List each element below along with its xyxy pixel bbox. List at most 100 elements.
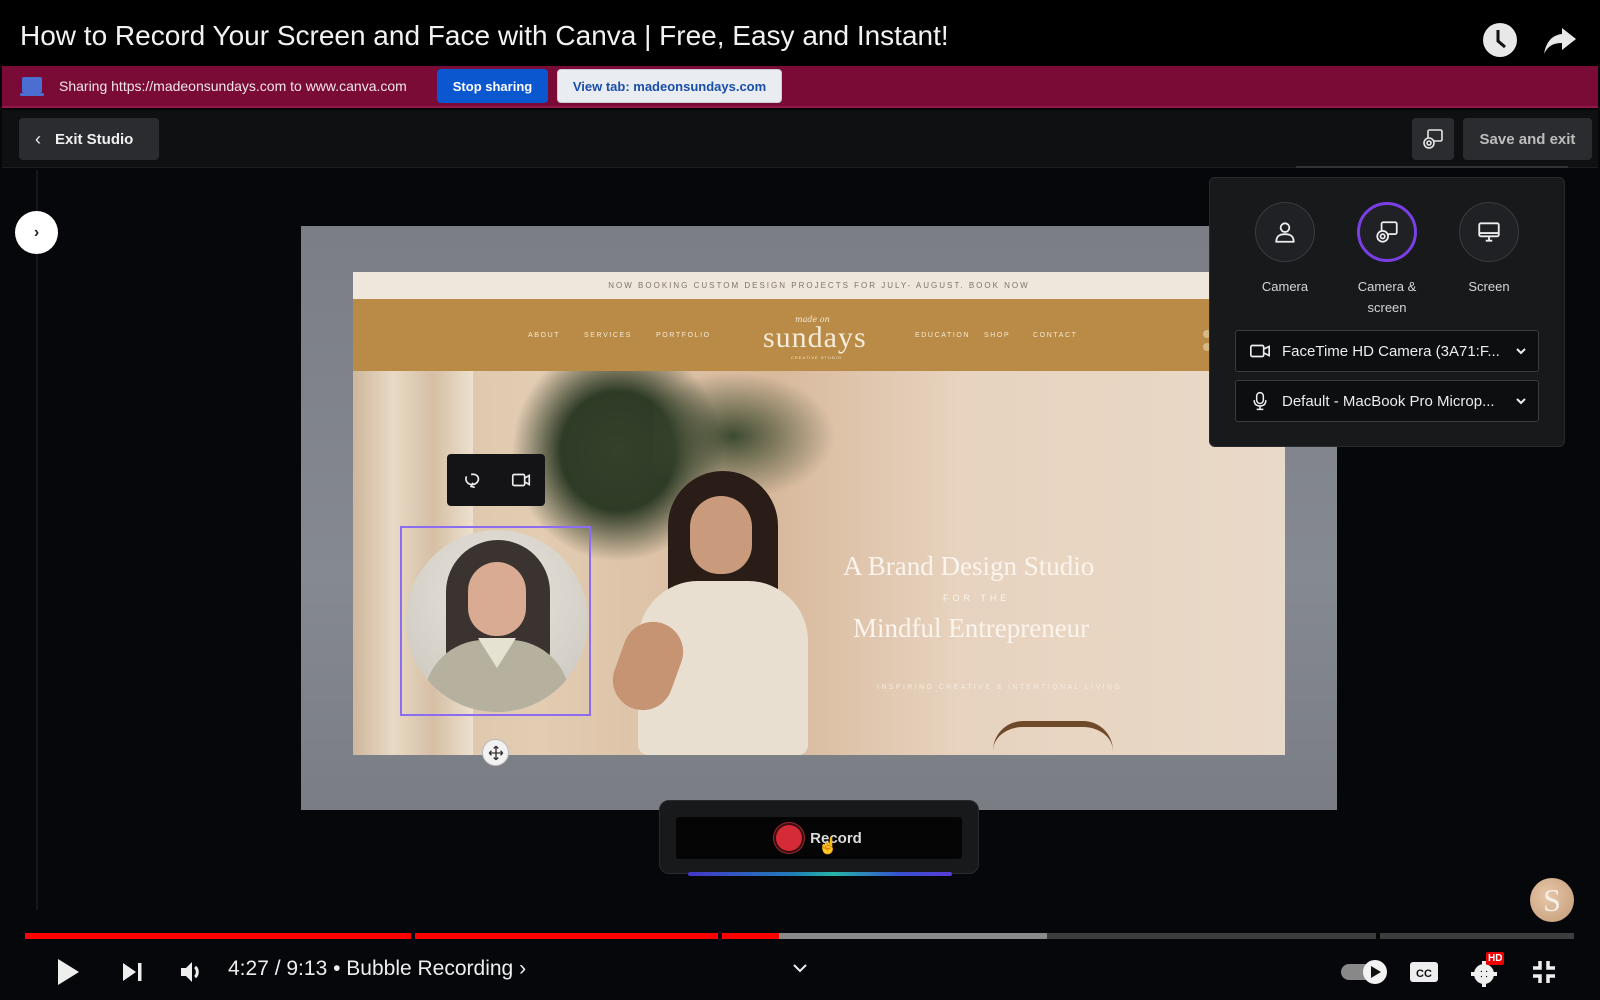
label-line: screen (1367, 300, 1407, 315)
nav-link: CONTACT (1033, 332, 1078, 339)
play-icon (58, 959, 79, 985)
chevron-down-icon (793, 964, 807, 973)
camera-bubble[interactable] (400, 526, 591, 716)
hero-heading-line1: A Brand Design Studio (843, 551, 1095, 581)
exit-studio-button[interactable]: ‹ Exit Studio (19, 118, 159, 160)
recording-options-panel: Camera Camera & screen Screen FaceTime H… (1209, 177, 1565, 447)
played-segment (25, 933, 412, 939)
mode-camera-and-screen-label: Camera & screen (1337, 276, 1437, 318)
hero-heading-line3: Mindful Entrepreneur (853, 613, 1090, 643)
skip-next-icon (123, 963, 142, 981)
screen-sharing-bar: Sharing https://madeonsundays.com to www… (2, 66, 1598, 108)
settings-button[interactable]: HD (1468, 952, 1512, 992)
move-arrows-icon (488, 745, 503, 760)
sharing-status-text: Sharing https://madeonsundays.com to www… (59, 78, 407, 94)
closed-captions-icon: CC (1410, 962, 1438, 982)
mode-screen[interactable]: Screen (1439, 202, 1539, 297)
video-camera-icon (1248, 340, 1272, 362)
screen-share-icon (20, 77, 44, 96)
camera-screen-icon (1423, 129, 1443, 149)
camera-select[interactable]: FaceTime HD Camera (3A71:F... (1235, 330, 1539, 372)
captions-button[interactable]: CC (1406, 952, 1442, 992)
mode-camera-and-screen-button[interactable] (1357, 202, 1417, 262)
microphone-select-value: Default - MacBook Pro Microp... (1282, 392, 1495, 410)
studio-header: ‹ Exit Studio Save and exit (2, 110, 1598, 168)
monitor-icon (1478, 222, 1500, 242)
chevron-down-icon (1504, 344, 1538, 358)
panel-divider (1296, 166, 1568, 168)
bubble-toolbar (447, 454, 545, 506)
camera-screen-icon (1376, 221, 1398, 243)
rotate-icon (464, 473, 479, 489)
clock-icon (1483, 23, 1517, 57)
website-banner: NOW BOOKING CUSTOM DESIGN PROJECTS FOR J… (353, 272, 1285, 299)
video-title-bar: How to Record Your Screen and Face with … (0, 0, 1600, 66)
side-rail (36, 170, 38, 910)
nav-link: SHOP (984, 332, 1011, 339)
time-display: 4:27 / 9:13 (228, 957, 328, 980)
share-button[interactable] (1542, 22, 1578, 58)
hand-cursor-icon: ☝ (818, 838, 838, 855)
camera-toggle-button[interactable] (503, 462, 539, 498)
mode-camera-label: Camera (1261, 279, 1309, 294)
progress-bar[interactable] (25, 933, 1574, 939)
record-dot-icon (776, 825, 803, 851)
play-button[interactable] (48, 952, 88, 992)
mode-camera-and-screen[interactable]: Camera & screen (1337, 202, 1437, 318)
recording-layout-button[interactable] (1412, 118, 1454, 160)
watch-later-button[interactable] (1482, 22, 1518, 58)
mute-button[interactable] (172, 952, 212, 992)
hero-photo-person (598, 471, 838, 755)
hero-chair (993, 721, 1113, 751)
mode-screen-button[interactable] (1459, 202, 1519, 262)
hero-tagline: INSPIRING CREATIVE & INTENTIONAL LIVING (877, 684, 1123, 691)
hd-badge: HD (1486, 952, 1505, 965)
time-and-chapter: 4:27 / 9:13 • Bubble Recording › (228, 957, 526, 981)
exit-fullscreen-icon (1533, 961, 1555, 983)
camera-select-value: FaceTime HD Camera (3A71:F... (1282, 342, 1500, 360)
chevron-left-icon: ‹ (35, 128, 41, 149)
save-and-exit-button[interactable]: Save and exit (1463, 118, 1592, 160)
expand-panel-button[interactable]: › (15, 211, 58, 254)
view-tab-button[interactable]: View tab: madeonsundays.com (557, 69, 782, 103)
next-button[interactable] (114, 952, 150, 992)
nav-link: PORTFOLIO (656, 332, 711, 339)
person-icon (1275, 222, 1295, 243)
expand-chapters-button[interactable] (784, 948, 816, 988)
video-player: How to Record Your Screen and Face with … (0, 0, 1600, 1000)
microphone-select[interactable]: Default - MacBook Pro Microp... (1235, 380, 1539, 422)
played-segment (415, 933, 718, 939)
autoplay-toggle[interactable] (1336, 952, 1392, 992)
mode-camera[interactable]: Camera (1235, 202, 1335, 297)
nav-link: SERVICES (584, 332, 633, 339)
nav-link: EDUCATION (915, 332, 971, 339)
chapter-title-button[interactable]: Bubble Recording › (346, 957, 526, 980)
chevron-down-icon (1504, 394, 1538, 408)
chapter-segment (1380, 933, 1574, 939)
autoplay-toggle-icon (1341, 960, 1387, 984)
website-logo: sundays (763, 321, 867, 354)
exit-fullscreen-button[interactable] (1526, 952, 1562, 992)
exit-studio-label: Exit Studio (55, 130, 134, 148)
flip-camera-button[interactable] (454, 462, 490, 498)
separator: • (333, 957, 341, 980)
chevron-right-icon: › (33, 223, 40, 241)
mode-camera-button[interactable] (1255, 202, 1315, 262)
stop-sharing-button[interactable]: Stop sharing (437, 69, 548, 103)
channel-avatar[interactable]: S (1530, 878, 1574, 922)
logo-subtitle: CREATIVE STUDIO (791, 355, 842, 360)
hero-heading-line2: FOR THE (943, 593, 1011, 603)
camera-feed (406, 530, 588, 712)
record-glow-bar (688, 872, 952, 876)
nav-link: ABOUT (528, 332, 561, 339)
svg-text:CC: CC (1416, 968, 1432, 980)
microphone-icon (1248, 389, 1272, 413)
mode-screen-label: Screen (1468, 279, 1510, 294)
video-camera-icon (511, 473, 530, 487)
volume-icon (181, 962, 199, 982)
move-handle[interactable] (482, 739, 509, 766)
played-segment (721, 933, 780, 939)
label-line: Camera & (1357, 279, 1417, 294)
video-title[interactable]: How to Record Your Screen and Face with … (20, 20, 949, 52)
share-arrow-icon (1544, 28, 1576, 54)
